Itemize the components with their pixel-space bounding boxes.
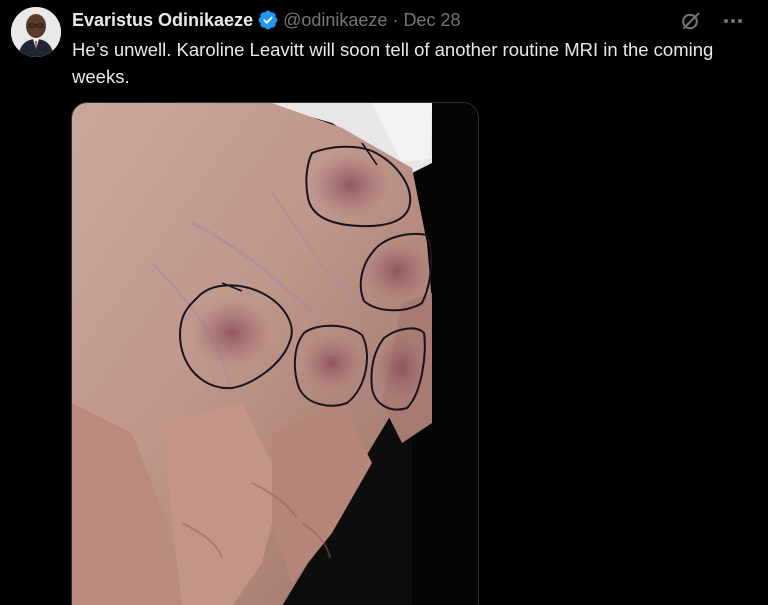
avatar[interactable]: [11, 7, 61, 57]
timestamp[interactable]: Dec 28: [403, 10, 460, 31]
grok-icon[interactable]: [678, 8, 704, 34]
media-image: [72, 103, 478, 605]
avatar-image: [11, 7, 61, 57]
verified-badge-icon[interactable]: [257, 9, 279, 31]
separator-dot: ·: [392, 9, 399, 30]
tweet-header: Evaristus Odinikaeze @odinikaeze · Dec 2…: [72, 8, 460, 32]
more-icon[interactable]: [720, 8, 746, 34]
tweet-media[interactable]: [71, 102, 479, 605]
display-name[interactable]: Evaristus Odinikaeze: [72, 10, 253, 31]
header-actions: [678, 8, 746, 34]
handle[interactable]: @odinikaeze: [283, 10, 387, 31]
tweet-text: He’s unwell. Karoline Leavitt will soon …: [72, 39, 714, 87]
tweet: Evaristus Odinikaeze @odinikaeze · Dec 2…: [0, 0, 768, 605]
